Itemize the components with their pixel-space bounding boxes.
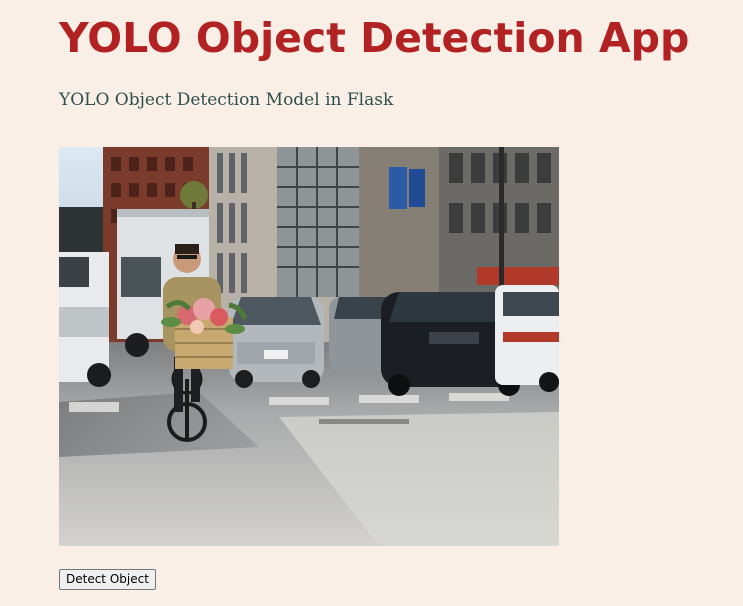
- page-subtitle: YOLO Object Detection Model in Flask: [59, 90, 394, 110]
- detect-object-button[interactable]: Detect Object: [59, 569, 156, 590]
- street-scene-image: [59, 147, 559, 546]
- page-title: YOLO Object Detection App: [59, 14, 690, 62]
